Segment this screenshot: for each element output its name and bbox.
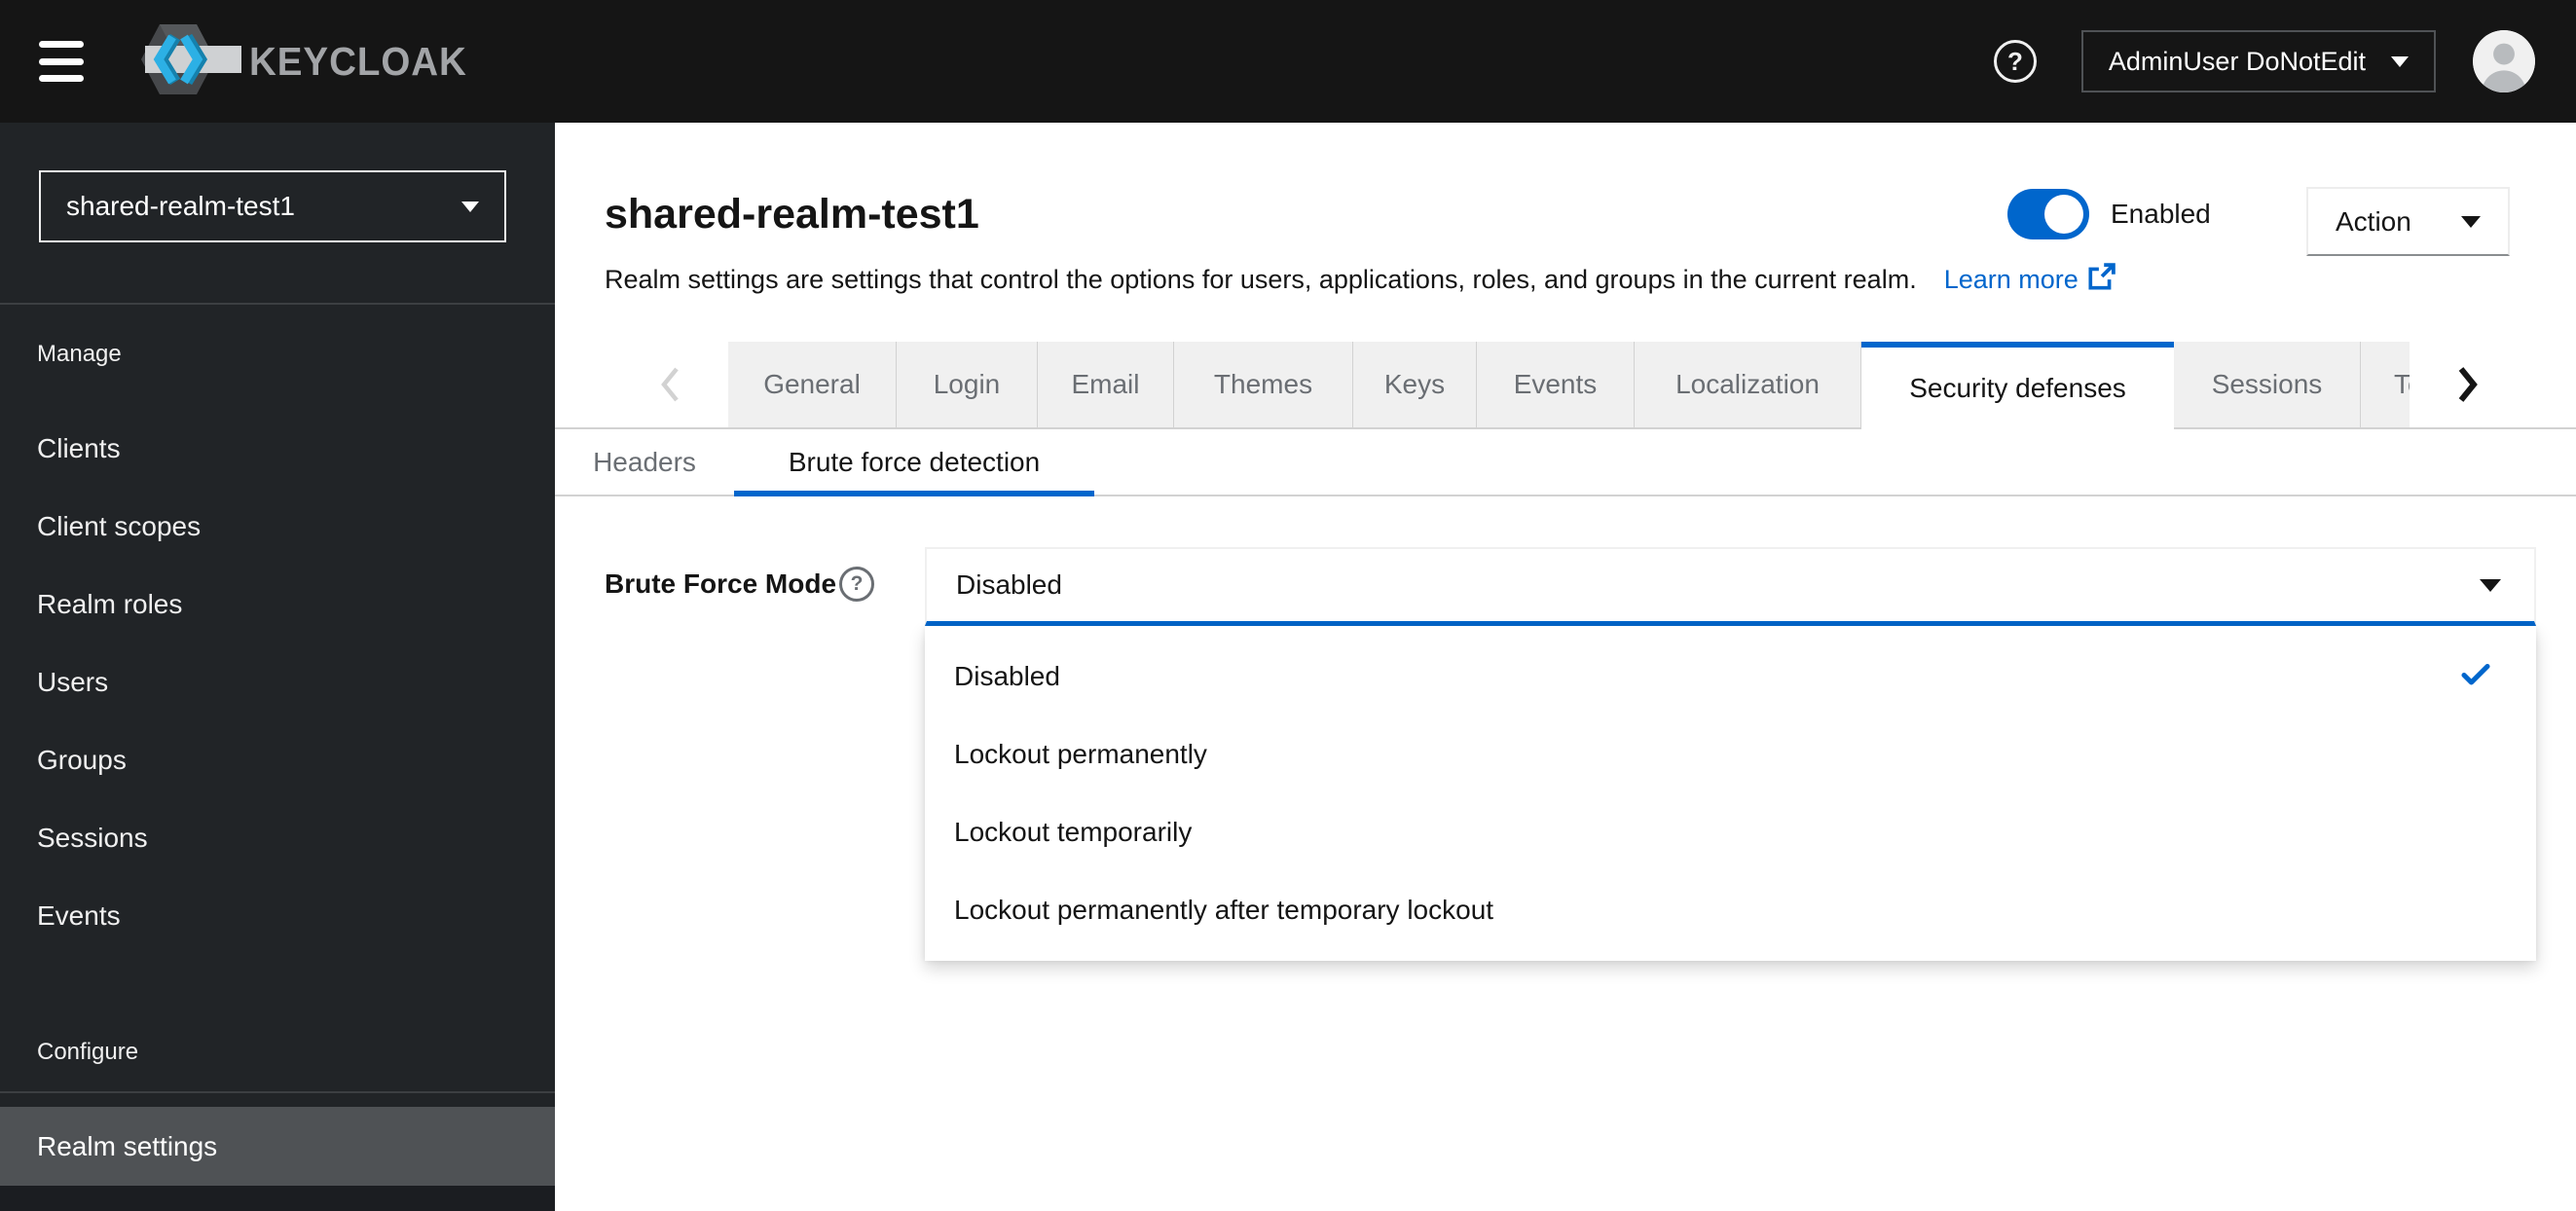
tabs-scroll-left-button[interactable] [641, 342, 699, 427]
sidebar-item-users[interactable]: Users [0, 643, 555, 721]
tab-sessions[interactable]: Sessions [2174, 342, 2361, 427]
security-defenses-subtabs: Headers Brute force detection [555, 430, 2576, 496]
sidebar-item-clients[interactable]: Clients [0, 410, 555, 488]
tab-keys[interactable]: Keys [1353, 342, 1477, 427]
enabled-label: Enabled [2111, 199, 2211, 229]
realm-selector-value: shared-realm-test1 [66, 191, 295, 221]
avatar[interactable] [2473, 30, 2535, 92]
topbar-right-group: ? AdminUser DoNotEdit [1993, 30, 2576, 92]
sidebar-item-groups[interactable]: Groups [0, 721, 555, 799]
subtab-headers[interactable]: Headers [555, 430, 734, 495]
tab-events[interactable]: Events [1477, 342, 1635, 427]
brute-force-mode-select[interactable]: Disabled [925, 547, 2536, 626]
toggle-knob [2044, 195, 2083, 234]
user-menu-dropdown[interactable]: AdminUser DoNotEdit [2080, 30, 2436, 92]
action-label: Action [2336, 205, 2411, 237]
chevron-down-icon [2480, 578, 2501, 592]
external-link-icon [2086, 263, 2116, 299]
brute-force-mode-help-icon[interactable]: ? [839, 567, 874, 602]
tab-security-defenses[interactable]: Security defenses [1861, 342, 2174, 429]
enabled-toggle[interactable] [2007, 189, 2089, 239]
realm-description: Realm settings are settings that control… [605, 265, 1917, 294]
realm-settings-tabbar: General Login Email Themes Keys Events L… [555, 342, 2576, 429]
select-value: Disabled [956, 569, 1062, 600]
keycloak-logo-text: KEYCLOAK [249, 38, 467, 84]
sidebar-section-configure: Configure [37, 1039, 139, 1065]
sidebar-manage-items: Clients Client scopes Realm roles Users … [0, 410, 555, 955]
option-lockout-permanently-after-temporary-lockout[interactable]: Lockout permanently after temporary lock… [925, 871, 2536, 949]
topbar: KEYCLOAK ? AdminUser DoNotEdit [0, 0, 2576, 123]
sidebar-item-realm-settings[interactable]: Realm settings [0, 1107, 555, 1186]
user-menu-label: AdminUser DoNotEdit [2108, 46, 2366, 76]
chevron-down-icon [2391, 55, 2409, 67]
realm-description-row: Realm settings are settings that control… [605, 263, 2116, 299]
sidebar: shared-realm-test1 Manage Clients Client… [0, 123, 555, 1211]
brute-force-mode-label: Brute Force Mode [605, 569, 837, 599]
tab-general[interactable]: General [728, 342, 897, 427]
hamburger-menu-icon[interactable] [39, 41, 84, 82]
subtab-brute-force-detection[interactable]: Brute force detection [734, 430, 1094, 496]
keycloak-admin-console: KEYCLOAK ? AdminUser DoNotEdit shared-re… [0, 0, 2576, 1211]
tabs-scroll-right-button[interactable] [2439, 342, 2497, 427]
sidebar-item-sessions[interactable]: Sessions [0, 799, 555, 877]
option-lockout-temporarily[interactable]: Lockout temporarily [925, 793, 2536, 871]
tab-email[interactable]: Email [1038, 342, 1174, 427]
sidebar-item-realm-roles[interactable]: Realm roles [0, 566, 555, 643]
user-silhouette-icon [2473, 30, 2535, 92]
keycloak-logo[interactable]: KEYCLOAK [140, 18, 481, 106]
tab-list: General Login Email Themes Keys Events L… [728, 342, 2410, 429]
chevron-down-icon [2461, 215, 2481, 228]
brute-force-mode-menu: Disabled Lockout permanently Lockout tem… [925, 626, 2536, 961]
sidebar-item-client-scopes[interactable]: Client scopes [0, 488, 555, 566]
realm-selector-dropdown[interactable]: shared-realm-test1 [39, 170, 506, 242]
action-dropdown-button[interactable]: Action [2306, 187, 2510, 256]
sidebar-section-manage: Manage [37, 341, 122, 367]
sidebar-divider [0, 303, 555, 305]
tab-tokens[interactable]: Tokens [2361, 342, 2410, 427]
tab-localization[interactable]: Localization [1635, 342, 1861, 427]
tab-login[interactable]: Login [897, 342, 1038, 427]
main-content: shared-realm-test1 Realm settings are se… [555, 123, 2576, 1211]
sidebar-item-events[interactable]: Events [0, 877, 555, 955]
learn-more-link[interactable]: Learn more [1944, 263, 2116, 294]
option-lockout-permanently[interactable]: Lockout permanently [925, 716, 2536, 793]
page-title: shared-realm-test1 [605, 191, 979, 238]
keycloak-logo-icon [140, 18, 243, 106]
sidebar-bottom-strip [0, 1186, 555, 1211]
check-icon [2458, 656, 2493, 698]
tab-themes[interactable]: Themes [1174, 342, 1353, 427]
chevron-down-icon [461, 201, 479, 212]
help-icon[interactable]: ? [1993, 40, 2037, 83]
option-disabled[interactable]: Disabled [925, 638, 2536, 716]
sidebar-divider [0, 1091, 555, 1093]
